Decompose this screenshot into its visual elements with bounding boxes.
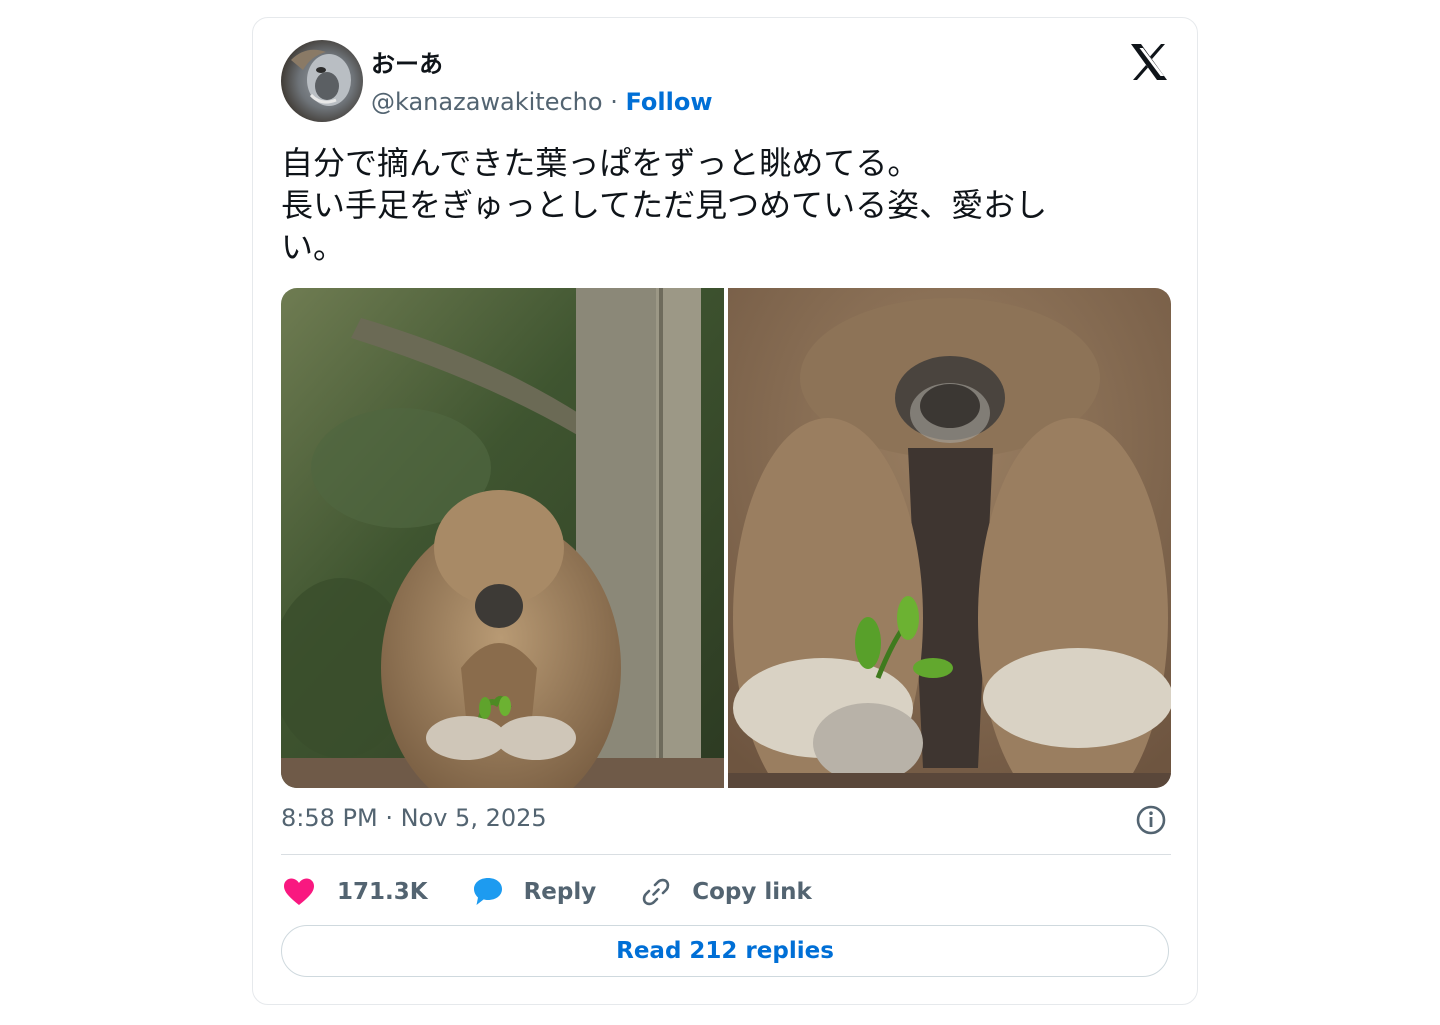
reply-button[interactable]: Reply: [470, 874, 597, 910]
like-button[interactable]: 171.3K: [281, 874, 428, 910]
gibbon-photo-wide[interactable]: [281, 288, 724, 788]
follow-link[interactable]: Follow: [625, 88, 712, 116]
reply-label: Reply: [523, 879, 597, 905]
author-avatar[interactable]: [281, 40, 363, 122]
info-icon[interactable]: [1135, 804, 1167, 836]
tweet-media[interactable]: [281, 288, 1171, 788]
action-bar: 171.3K Reply Copy link: [281, 872, 854, 912]
tweet-card: おーあ @kanazawakitecho · Follow 自分で摘んできた葉っ…: [252, 17, 1198, 1005]
handle-separator: ·: [602, 88, 626, 116]
tweet-text: 自分で摘んできた葉っぱをずっと眺めてる。 長い手足をぎゅっとしてただ見つめている…: [281, 144, 1048, 266]
x-logo-icon[interactable]: [1129, 42, 1169, 82]
like-count: 171.3K: [337, 879, 428, 905]
speech-bubble-icon: [473, 878, 502, 905]
gibbon-photo-closeup[interactable]: [728, 288, 1171, 788]
tweet-timestamp[interactable]: 8:58 PM · Nov 5, 2025: [281, 804, 547, 832]
heart-icon: [284, 878, 314, 905]
copy-link-label: Copy link: [692, 879, 812, 905]
author-handle-line: @kanazawakitecho · Follow: [371, 88, 713, 116]
author-handle[interactable]: @kanazawakitecho: [371, 88, 603, 116]
author-name[interactable]: おーあ: [371, 44, 443, 79]
copy-link-button[interactable]: Copy link: [638, 874, 812, 910]
divider: [281, 854, 1171, 855]
read-replies-button[interactable]: Read 212 replies: [281, 925, 1169, 977]
link-icon: [642, 878, 670, 906]
